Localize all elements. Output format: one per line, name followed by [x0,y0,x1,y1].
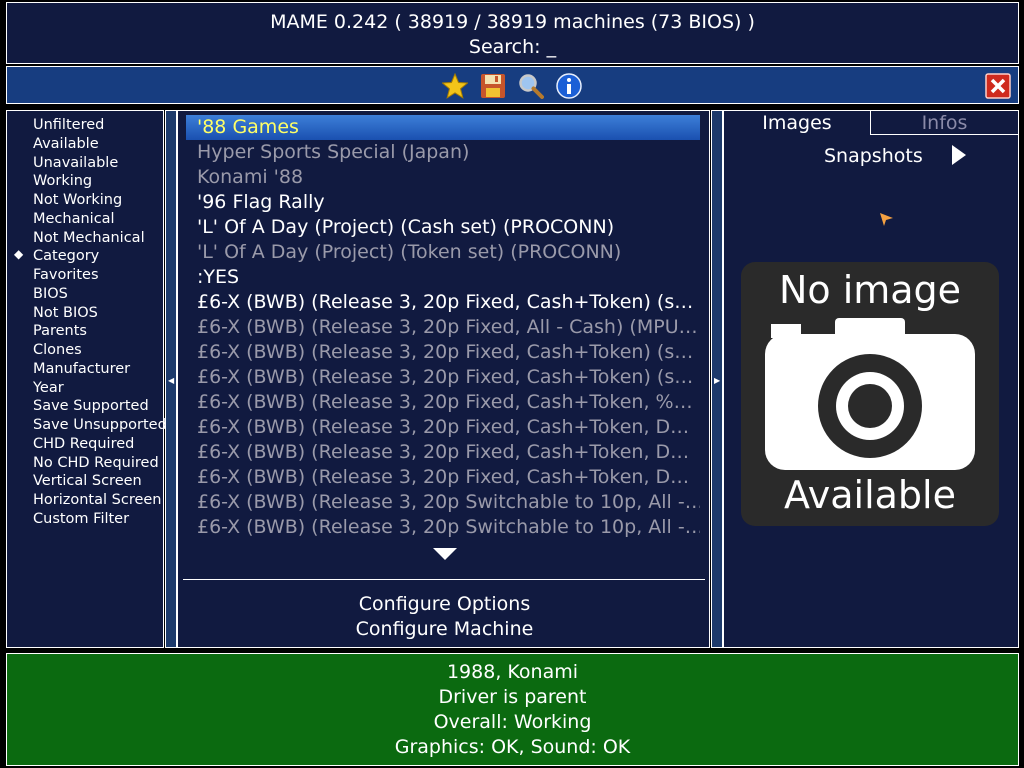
machine-list-item[interactable]: '88 Games [186,115,700,140]
machine-list-item[interactable]: £6-X (BWB) (Release 3, 20p Fixed, Cash+T… [186,290,700,315]
info-footer: 1988, Konami Driver is parent Overall: W… [6,653,1019,766]
configure-machine-button[interactable]: Configure Machine [178,618,711,640]
filter-item-no-chd-required[interactable]: No CHD Required [33,454,159,473]
no-image-text: No image [778,268,962,312]
tab-images[interactable]: Images [724,111,870,135]
snapshots-label[interactable]: Snapshots [824,145,923,167]
collapse-right-icon[interactable]: ▶ [714,376,720,385]
available-text: Available [783,473,956,517]
machine-list: '88 Games Hyper Sports Special (Japan) Kon… [186,115,700,540]
star-icon[interactable] [441,72,469,100]
filter-item-chd-required[interactable]: CHD Required [33,435,134,454]
machine-list-item[interactable]: £6-X (BWB) (Release 3, 20p Fixed, Cash+T… [186,390,700,415]
close-icon[interactable] [984,72,1012,100]
machine-list-panel: '88 Games Hyper Sports Special (Japan) Kon… [177,110,710,648]
filter-item-custom-filter[interactable]: Custom Filter [33,510,129,529]
toolbar [6,66,1019,104]
filter-item-unfiltered[interactable]: Unfiltered [33,116,104,135]
magnifier-icon[interactable] [517,72,545,100]
footer-driver-status: Driver is parent [438,686,587,708]
collapse-left-icon[interactable]: ◀ [168,376,174,385]
machine-list-item[interactable]: £6-X (BWB) (Release 3, 20p Switchable to… [186,515,700,540]
machine-list-item[interactable]: :YES [186,265,700,290]
filter-panel: Unfiltered Available Unavailable Working Not… [6,110,167,648]
filter-item-manufacturer[interactable]: Manufacturer [33,360,130,379]
machine-list-item[interactable]: £6-X (BWB) (Release 3, 20p Fixed, Cash+T… [186,440,700,465]
tab-infos[interactable]: Infos [870,111,1018,135]
right-splitter[interactable]: ▶ [711,110,723,648]
filter-item-clones[interactable]: Clones [33,341,82,360]
filter-item-year[interactable]: Year [33,379,64,398]
active-filter-diamond-icon: ◆ [14,247,24,262]
app-title: MAME 0.242 ( 38919 / 38919 machines (73 … [270,11,755,33]
machine-list-item[interactable]: '96 Flag Rally [186,190,700,215]
next-arrow-icon[interactable] [952,145,966,165]
filter-item-category[interactable]: Category [33,247,99,266]
filter-item-parents[interactable]: Parents [33,322,87,341]
search-field[interactable]: Search: _ [7,35,1018,60]
machine-list-item[interactable]: Konami '88 [186,165,700,190]
separator [183,579,705,580]
filter-item-save-supported[interactable]: Save Supported [33,397,149,416]
filter-item-favorites[interactable]: Favorites [33,266,99,285]
footer-graphics-sound: Graphics: OK, Sound: OK [394,736,631,758]
filter-item-vertical-screen[interactable]: Vertical Screen [33,472,142,491]
floppy-disk-icon[interactable] [479,72,507,100]
filter-item-save-unsupported[interactable]: Save Unsupported [33,416,167,435]
machine-list-item[interactable]: £6-X (BWB) (Release 3, 20p Fixed, Cash+T… [186,340,700,365]
no-image-placeholder: No image Available [741,262,999,526]
filter-item-not-mechanical[interactable]: Not Mechanical [33,229,145,248]
footer-overall-status: Overall: Working [433,711,592,733]
filter-item-bios[interactable]: BIOS [33,285,68,304]
image-panel: Images Infos Snapshots No image Availabl… [723,110,1019,648]
filter-item-not-bios[interactable]: Not BIOS [33,304,98,323]
footer-year-manufacturer: 1988, Konami [446,661,579,683]
left-splitter[interactable]: ◀ [165,110,177,648]
filter-item-working[interactable]: Working [33,172,92,191]
machine-list-item[interactable]: £6-X (BWB) (Release 3, 20p Switchable to… [186,490,700,515]
header-panel: MAME 0.242 ( 38919 / 38919 machines (73 … [6,2,1019,64]
filter-item-not-working[interactable]: Not Working [33,191,122,210]
machine-list-item[interactable]: Hyper Sports Special (Japan) [186,140,700,165]
mouse-cursor-icon [880,213,893,226]
machine-list-item[interactable]: £6-X (BWB) (Release 3, 20p Fixed, All - … [186,315,700,340]
filter-item-unavailable[interactable]: Unavailable [33,154,118,173]
machine-list-item[interactable]: 'L' Of A Day (Project) (Cash set) (PROCO… [186,215,700,240]
machine-list-item[interactable]: £6-X (BWB) (Release 3, 20p Fixed, Cash+T… [186,465,700,490]
camera-icon [765,318,975,470]
filter-item-available[interactable]: Available [33,135,99,154]
info-icon[interactable] [555,72,583,100]
filter-item-horizontal-screen[interactable]: Horizontal Screen [33,491,162,510]
machine-list-item[interactable]: £6-X (BWB) (Release 3, 20p Fixed, Cash+T… [186,415,700,440]
scroll-down-arrow-icon[interactable] [433,548,457,560]
machine-list-item[interactable]: 'L' Of A Day (Project) (Token set) (PROC… [186,240,700,265]
machine-list-item[interactable]: £6-X (BWB) (Release 3, 20p Fixed, Cash+T… [186,365,700,390]
configure-options-button[interactable]: Configure Options [178,593,711,615]
filter-item-mechanical[interactable]: Mechanical [33,210,115,229]
